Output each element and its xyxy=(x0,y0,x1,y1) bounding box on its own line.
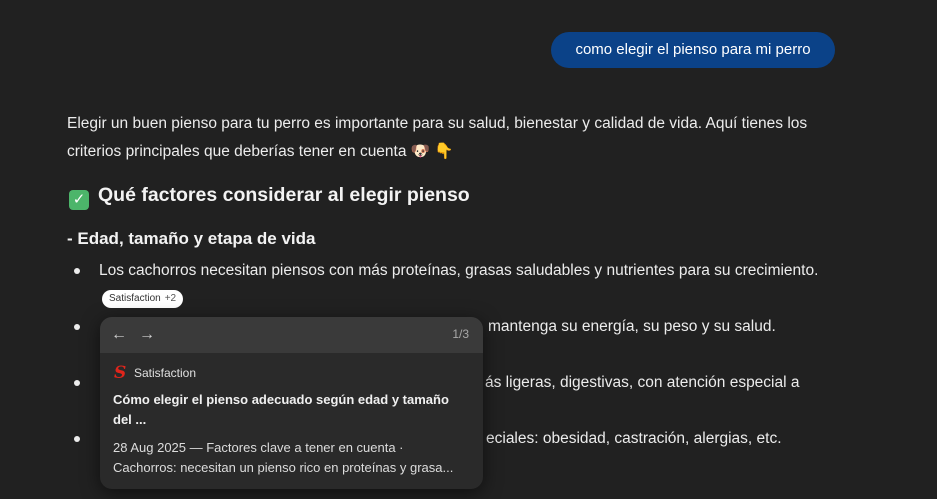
popover-title[interactable]: Cómo elegir el pienso adecuado según eda… xyxy=(113,390,473,430)
check-mark-icon: ✓ xyxy=(69,190,89,210)
source-logo-icon: S xyxy=(114,363,127,383)
bullet-item-1: Los cachorros necesitan piensos con más … xyxy=(99,262,819,279)
popover-source[interactable]: S Satisfaction xyxy=(114,363,197,383)
arrow-right-icon[interactable]: → xyxy=(137,325,157,345)
popover-snippet-line-1: 28 Aug 2025 — Factores clave a tener en … xyxy=(113,440,404,455)
intro-line-1: Elegir un buen pienso para tu perro es i… xyxy=(67,115,808,132)
bullet-dot xyxy=(74,380,80,386)
bullet-dot xyxy=(74,436,80,442)
citation-popover: ← → 1/3 S Satisfaction Cómo elegir el pie… xyxy=(100,317,483,489)
source-name: Satisfaction xyxy=(134,366,197,380)
popover-snippet: 28 Aug 2025 — Factores clave a tener en … xyxy=(113,438,475,478)
popover-pager: 1/3 xyxy=(452,327,469,341)
popover-snippet-line-2: Cachorros: necesitan un pienso rico en p… xyxy=(113,460,454,475)
popover-title-line-2: del ... xyxy=(113,412,147,427)
chat-page: como elegir el pienso para mi perro Eleg… xyxy=(0,0,937,499)
bullet-item-2: mantenga su energía, su peso y su salud. xyxy=(488,318,776,335)
section-heading-text: Qué factores considerar al elegir pienso xyxy=(98,184,470,206)
arrow-left-icon[interactable]: ← xyxy=(109,325,129,345)
popover-title-line-1: Cómo elegir el pienso adecuado según eda… xyxy=(113,392,449,407)
bullet-dot xyxy=(74,324,80,330)
citation-chip[interactable]: Satisfaction +2 xyxy=(102,290,184,308)
bullet-item-4: eciales: obesidad, castración, alergias,… xyxy=(486,430,782,447)
bullet-dot xyxy=(74,268,80,274)
user-message-bubble: como elegir el pienso para mi perro xyxy=(551,32,835,68)
section-heading: ✓ Qué factores considerar al elegir piens… xyxy=(69,181,470,210)
citation-chip-label: Satisfaction xyxy=(109,293,161,304)
bullet-item-3: ás ligeras, digestivas, con atención esp… xyxy=(485,374,800,391)
intro-line-2: criterios principales que deberías tener… xyxy=(67,143,454,160)
popover-header: ← → 1/3 xyxy=(100,317,483,353)
assistant-intro: Elegir un buen pienso para tu perro es i… xyxy=(67,110,847,166)
citation-chip-count: +2 xyxy=(164,293,177,304)
subheading: - Edad, tamaño y etapa de vida xyxy=(67,229,316,248)
